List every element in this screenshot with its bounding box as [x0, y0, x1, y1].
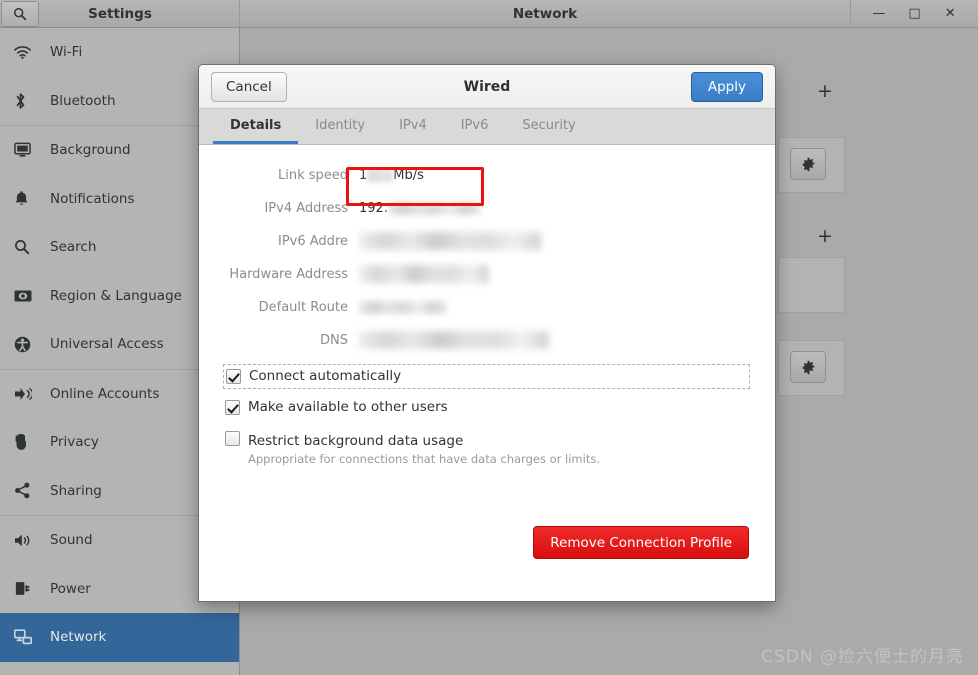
- window-controls: — □ ✕: [850, 0, 978, 28]
- field-label: Hardware Address: [229, 266, 348, 282]
- checkbox-label: Connect automatically: [249, 368, 402, 384]
- field-value-suffix: Mb/s: [393, 167, 424, 183]
- redacted-value: [387, 201, 480, 215]
- checkbox-sublabel: Appropriate for connections that have da…: [248, 452, 600, 466]
- sidebar-item-label: Notifications: [50, 190, 135, 207]
- app-root: Settings Network — □ ✕ + + Wi-Fi Bluetoo…: [0, 0, 978, 675]
- network-icon: [14, 627, 40, 647]
- add-connection-button-2[interactable]: +: [817, 227, 833, 246]
- wifi-icon: [14, 42, 40, 62]
- accessibility-icon: [14, 334, 40, 354]
- field-row-dns: DNS: [225, 328, 749, 352]
- bluetooth-icon: [14, 91, 40, 111]
- window-titlebar: Settings Network — □ ✕: [0, 0, 978, 28]
- field-row-link-speed: Link speed 1 Mb/s: [225, 163, 749, 187]
- minimize-icon[interactable]: —: [866, 3, 892, 25]
- sidebar-item-label: Wi-Fi: [50, 44, 83, 61]
- field-row-ipv6-address: IPv6 Addre: [225, 229, 749, 253]
- gear-icon: [802, 157, 814, 171]
- wired-connection-dialog: Cancel Wired Apply Details Identity IPv4…: [198, 64, 776, 602]
- connection-settings-button-2[interactable]: [790, 351, 826, 383]
- sidebar-item-label: Region & Language: [50, 287, 182, 304]
- speaker-icon: [14, 530, 40, 550]
- field-row-ipv4-address: IPv4 Address 192.: [225, 196, 749, 220]
- dialog-tabs: Details Identity IPv4 IPv6 Security: [199, 109, 775, 145]
- field-value-dns: [359, 331, 549, 349]
- field-value-ipv6-address: [359, 232, 541, 250]
- field-value-prefix: 192.: [359, 200, 388, 216]
- watermark: CSDN @捡六便士的月亮: [761, 647, 964, 667]
- tab-identity[interactable]: Identity: [298, 109, 382, 144]
- options-block: Connect automatically Make available to …: [223, 364, 750, 466]
- field-value-prefix: 1: [359, 167, 368, 183]
- tab-ipv6[interactable]: IPv6: [444, 109, 506, 144]
- field-value-ipv4-address: 192.: [359, 201, 480, 216]
- titlebar-left-section: Settings: [0, 0, 240, 28]
- checkbox-indicator[interactable]: [225, 400, 240, 415]
- maximize-icon[interactable]: □: [901, 3, 927, 25]
- online-accounts-icon: [14, 384, 40, 404]
- checkbox-indicator[interactable]: [225, 431, 240, 446]
- sidebar-item-network[interactable]: Network: [0, 613, 239, 662]
- dialog-header: Cancel Wired Apply: [199, 65, 775, 109]
- checkbox-connect-automatically[interactable]: Connect automatically: [223, 364, 750, 389]
- cancel-button[interactable]: Cancel: [211, 71, 287, 102]
- field-label: IPv4 Address: [264, 200, 348, 216]
- tab-ipv4[interactable]: IPv4: [382, 109, 444, 144]
- background-icon: [14, 140, 40, 160]
- settings-title: Settings: [88, 5, 152, 22]
- redacted-value: [367, 168, 394, 182]
- dialog-body: Link speed 1 Mb/s IPv4 Address 192. IPv6…: [199, 145, 775, 601]
- checkbox-label: Make available to other users: [248, 399, 448, 415]
- sidebar-item-label: Background: [50, 142, 131, 159]
- power-plug-icon: [14, 579, 40, 599]
- connection-card-2: [778, 257, 845, 313]
- sidebar-item-label: Network: [50, 629, 107, 646]
- field-value-hardware-address: [359, 265, 489, 283]
- field-label: IPv6 Addre: [278, 233, 348, 249]
- hand-icon: [14, 432, 40, 452]
- field-row-hardware-address: Hardware Address: [225, 262, 749, 286]
- tab-details[interactable]: Details: [213, 109, 299, 144]
- bell-icon: [14, 189, 40, 209]
- titlebar-center-section: Network: [240, 0, 850, 28]
- flag-icon: [14, 286, 40, 306]
- sidebar-item-label: Sound: [50, 532, 93, 549]
- field-value-default-route: [359, 300, 447, 314]
- apply-button[interactable]: Apply: [690, 71, 763, 102]
- field-label: DNS: [320, 332, 348, 348]
- sidebar-item-label: Sharing: [50, 482, 102, 499]
- sidebar-item-label: Privacy: [50, 434, 99, 451]
- redacted-value: [359, 300, 447, 314]
- redacted-value: [359, 232, 541, 250]
- sidebar-item-label: Bluetooth: [50, 92, 116, 109]
- share-icon: [14, 481, 40, 501]
- tab-security[interactable]: Security: [505, 109, 592, 144]
- field-label: Default Route: [258, 299, 348, 315]
- close-icon[interactable]: ✕: [937, 3, 963, 25]
- network-page-title: Network: [512, 5, 578, 22]
- gear-icon: [802, 360, 814, 374]
- redacted-value: [359, 265, 489, 283]
- field-label: Link speed: [277, 167, 348, 183]
- sidebar-item-label: Universal Access: [50, 336, 164, 353]
- search-icon: [14, 237, 40, 257]
- add-connection-button-1[interactable]: +: [817, 82, 833, 101]
- sidebar-item-label: Search: [50, 239, 97, 256]
- redacted-value: [359, 331, 549, 349]
- field-value-link-speed: 1 Mb/s: [359, 168, 424, 183]
- checkbox-restrict-background-data-usage[interactable]: Restrict background data usage Appropria…: [225, 430, 749, 466]
- sidebar-item-label: Power: [50, 580, 91, 597]
- sidebar-item-label: Online Accounts: [50, 385, 160, 402]
- checkbox-label: Restrict background data usage: [248, 433, 464, 449]
- remove-connection-profile-button[interactable]: Remove Connection Profile: [533, 526, 749, 559]
- connection-settings-button-1[interactable]: [790, 148, 826, 180]
- field-row-default-route: Default Route: [225, 295, 749, 319]
- checkbox-indicator[interactable]: [226, 369, 241, 384]
- checkbox-make-available-to-other-users[interactable]: Make available to other users: [225, 399, 749, 416]
